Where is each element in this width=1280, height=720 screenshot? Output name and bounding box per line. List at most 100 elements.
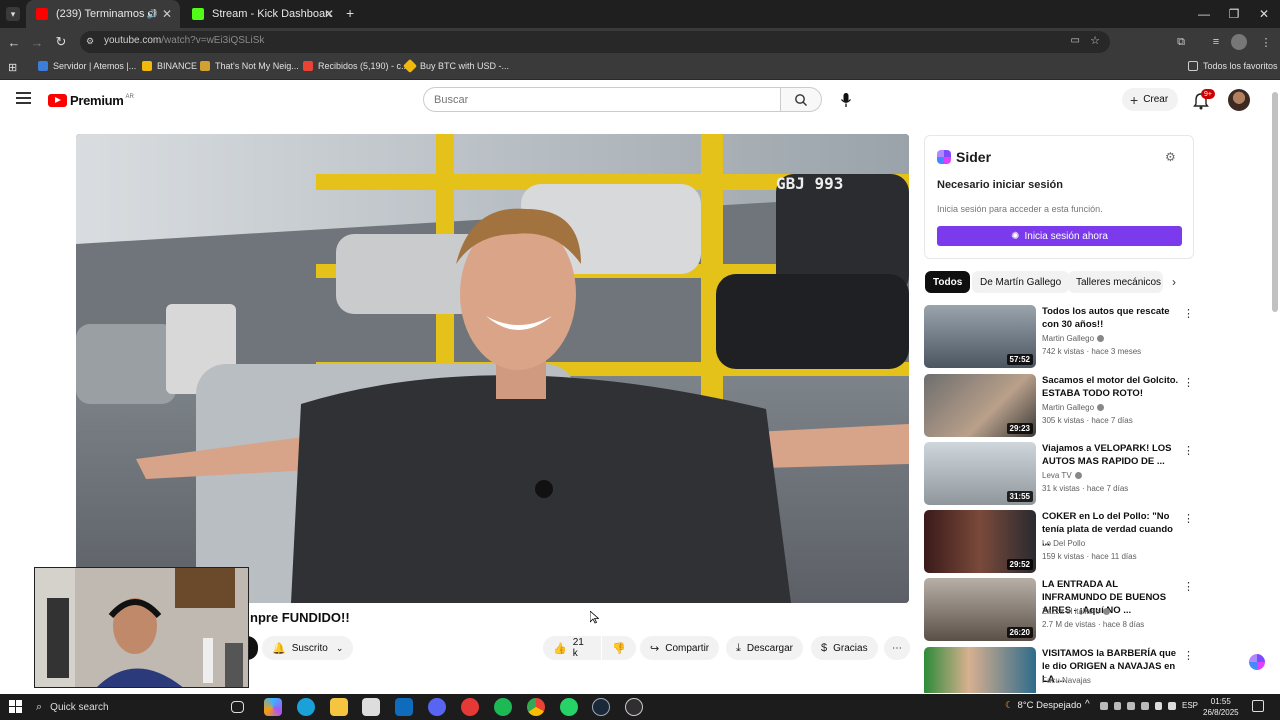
channel-name[interactable]: Facu Navajas [1042,676,1091,685]
bookmark-item[interactable]: Servidor | Atemos |... [38,61,136,71]
minimize-icon[interactable]: — [1188,0,1220,28]
account-avatar[interactable] [1228,89,1250,111]
video-player[interactable]: GBJ 993 [76,134,909,603]
bookmark-item[interactable]: Recibidos (5,190) - c... [303,61,409,71]
back-icon[interactable]: ← [3,32,25,52]
share-button[interactable]: ↪ Compartir [640,636,720,660]
youtube-premium-logo[interactable]: Premium AR [48,93,134,108]
tray-icons[interactable] [1100,702,1177,712]
dislike-button[interactable]: 👎 [602,636,636,660]
kebab-menu-icon[interactable]: ⋮ [1183,376,1194,389]
copilot-icon[interactable] [264,698,282,716]
kebab-menu-icon[interactable]: ⋮ [1183,307,1194,320]
steam-icon[interactable] [592,698,610,716]
channel-name[interactable]: Martin Gallego [1042,403,1105,412]
all-bookmarks[interactable]: Todos los favoritos [1188,61,1278,71]
download-button[interactable]: ⤓ Descargar [726,636,804,660]
bookmark-item[interactable]: Buy BTC with USD -... [402,58,509,74]
settings-icon[interactable]: ⚙ [1165,150,1176,164]
close-window-icon[interactable]: ✕ [1248,0,1280,28]
recommendation-item[interactable]: VISITAMOS la BARBERÍA que le dio ORIGEN … [924,647,1194,693]
channel-name[interactable]: Lo Del Pollo [1042,539,1085,548]
restore-icon[interactable]: ❐ [1218,0,1250,28]
close-tab-icon[interactable]: ✕ [162,7,172,21]
taskbar-search[interactable]: ⌕ Quick search [36,698,224,716]
obs-icon[interactable] [625,698,643,716]
language-indicator[interactable]: ESP [1182,701,1198,710]
kebab-menu-icon[interactable]: ⋮ [1183,444,1194,457]
voice-search-button[interactable] [832,87,860,112]
chevron-right-icon[interactable]: › [1172,275,1176,289]
bookmark-item[interactable]: That's Not My Neig... [200,61,299,71]
reload-icon[interactable]: ↻ [50,32,72,52]
weather-widget[interactable]: ☾ 8°C Despejado [1005,700,1082,711]
tab-search-icon[interactable]: ▾ [6,7,20,21]
like-button[interactable]: 👍 21 k [543,636,601,660]
cast-icon[interactable]: ▭ [1071,35,1080,46]
store-icon[interactable] [362,698,380,716]
kebab-menu-icon[interactable]: ⋮ [1183,649,1194,662]
thumbs-down-icon: 👎 [612,642,626,655]
chrome-icon[interactable] [527,698,545,716]
recommendation-item[interactable]: 31:55 Viajamos a VELOPARK! LOS AUTOS MAS… [924,442,1194,506]
sider-login-button[interactable]: ✺ Inicia sesión ahora [937,226,1182,246]
kebab-menu-icon[interactable]: ⋮ [1183,580,1194,593]
channel-name[interactable]: Zazza el italiano [1042,607,1110,616]
whatsapp-icon[interactable] [560,698,578,716]
app-red-icon[interactable] [461,698,479,716]
search-icon: ⌕ [36,700,43,713]
hamburger-menu-icon[interactable] [16,92,31,104]
video-thumbnail[interactable]: 29:23 [924,374,1036,437]
more-actions-button[interactable]: ⋯ [884,636,910,660]
channel-name[interactable]: Leva TV [1042,471,1082,480]
video-thumbnail[interactable]: 31:55 [924,442,1036,505]
profile-icon[interactable] [1231,34,1247,50]
chip-talleres[interactable]: Talleres mecánicos [1068,271,1163,293]
channel-label: Lo Del Pollo [1042,539,1086,548]
bookmark-item[interactable]: BINANCE [142,61,197,71]
video-thumbnail[interactable]: 57:52 [924,305,1036,368]
close-tab-icon[interactable]: ✕ [324,7,334,21]
apps-icon[interactable]: ⊞ [8,61,17,74]
bookmark-star-icon[interactable]: ☆ [1090,34,1100,47]
search-input[interactable] [424,88,780,111]
omnibox[interactable]: ⚙ youtube.com/watch?v=wEi3iQSLiSk ▭ ☆ [80,31,1110,53]
tray-chevron-up-icon[interactable]: ^ [1085,699,1090,710]
browser-tab-youtube[interactable]: (239) Terminamos el BMW 🔊 ✕ [26,0,180,28]
extensions-icon[interactable]: ⧉ [1173,34,1189,50]
clock[interactable]: 01:55 26/8/2025 [1203,696,1239,718]
recommendation-item[interactable]: 57:52 Todos los autos que rescate con 30… [924,305,1194,369]
page-scrollbar[interactable] [1272,92,1278,312]
create-button[interactable]: + Crear [1122,88,1179,111]
audio-icon[interactable]: 🔊 [147,9,158,20]
forward-icon[interactable]: → [26,32,48,52]
spotify-icon[interactable] [494,698,512,716]
site-info-icon[interactable]: ⚙ [86,36,94,47]
task-view-icon[interactable] [231,701,244,713]
new-tab-icon[interactable]: + [346,5,354,21]
kebab-menu-icon[interactable]: ⋮ [1183,512,1194,525]
recommendation-item[interactable]: 29:52 COKER en Lo del Pollo: "No tenía p… [924,510,1194,574]
discord-icon[interactable] [428,698,446,716]
thanks-button[interactable]: $ Gracias [811,636,878,660]
windows-start-icon[interactable] [9,700,22,713]
subscribed-button[interactable]: 🔔 Suscrito ⌄ [262,636,354,660]
recommendation-item[interactable]: 26:20 LA ENTRADA AL INFRAMUNDO DE BUENOS… [924,578,1194,642]
recommendation-item[interactable]: 29:23 Sacamos el motor del Golcito. ESTA… [924,374,1194,438]
video-thumbnail[interactable]: 29:52 [924,510,1036,573]
browser-tab-kick[interactable]: Stream - Kick Dashboard ✕ [182,0,342,28]
video-thumbnail[interactable]: 26:20 [924,578,1036,641]
outlook-icon[interactable] [395,698,413,716]
sider-floating-icon[interactable] [1249,654,1265,670]
edge-icon[interactable] [297,698,315,716]
video-thumbnail[interactable] [924,647,1036,693]
notifications-icon[interactable] [1252,700,1264,712]
chip-all[interactable]: Todos [925,271,971,293]
search-button[interactable] [780,87,822,112]
tab-groups-icon[interactable]: ≡ [1208,34,1224,50]
file-explorer-icon[interactable] [330,698,348,716]
menu-icon[interactable]: ⋮ [1258,34,1274,50]
search-field[interactable] [423,87,781,112]
chip-martin-gallego[interactable]: De Martín Gallego [972,271,1070,293]
channel-name[interactable]: Martin Gallego [1042,334,1105,343]
